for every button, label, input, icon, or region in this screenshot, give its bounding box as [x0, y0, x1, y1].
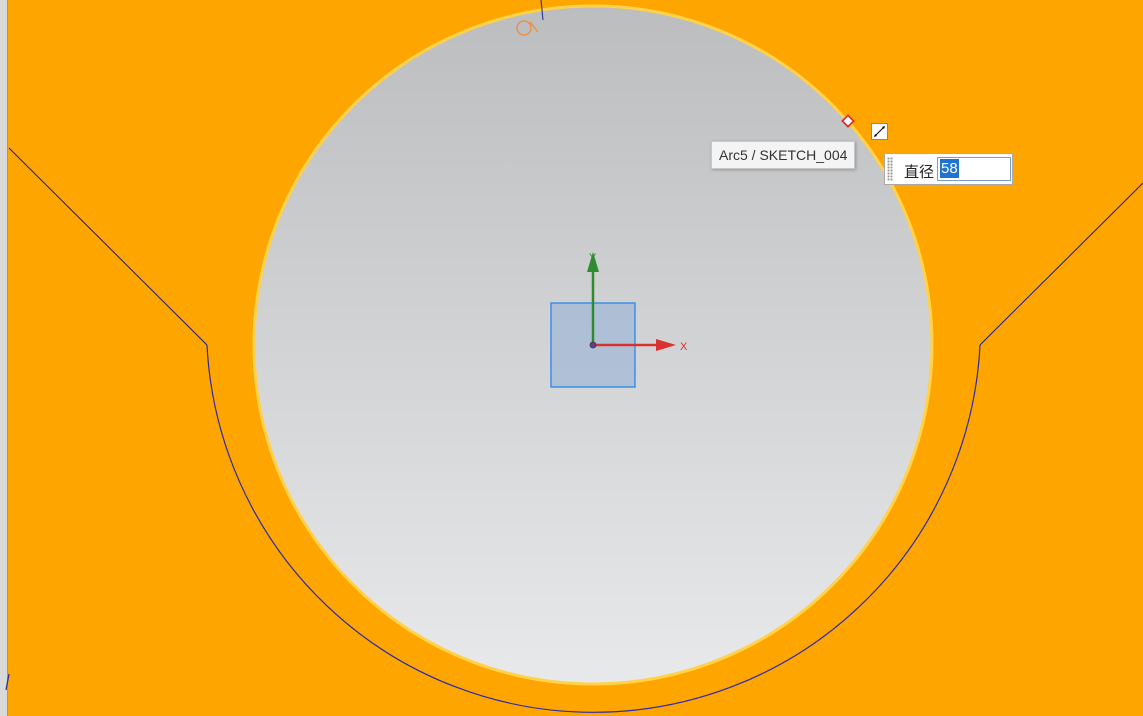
y-axis-label: Y: [589, 252, 597, 264]
edge-fragment: [5, 673, 10, 691]
diameter-label: 直径: [904, 164, 935, 181]
diameter-value[interactable]: 58: [940, 159, 959, 178]
dimension-snap-icon[interactable]: [871, 123, 888, 140]
diameter-dimension-box[interactable]: 直径 58: [884, 153, 1013, 185]
origin-point[interactable]: [589, 341, 597, 349]
part-edge-left[interactable]: [8, 147, 208, 346]
x-axis-label: X: [680, 341, 688, 353]
part-edge-right[interactable]: [979, 182, 1143, 346]
drag-grip-handle[interactable]: [887, 157, 893, 181]
entity-tooltip: Arc5 / SKETCH_004: [711, 141, 856, 169]
sketch-canvas[interactable]: Y X: [0, 0, 1143, 716]
diameter-input[interactable]: 58: [937, 157, 1011, 181]
